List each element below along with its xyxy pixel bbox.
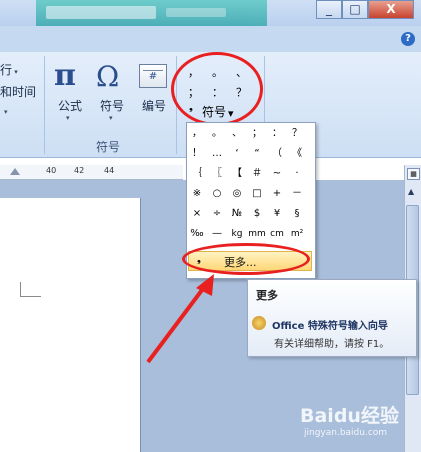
symbol-cell[interactable]: □ xyxy=(248,186,266,202)
symbol-cell[interactable]: 〖 xyxy=(208,166,226,182)
symbol-button[interactable]: 符号 xyxy=(90,97,134,114)
symbol-cell[interactable]: ‘ xyxy=(228,146,246,162)
symbol-cell[interactable]: ？ xyxy=(288,126,306,142)
chevron-down-icon: ▾ xyxy=(66,114,70,122)
symbol-cell[interactable]: （ xyxy=(268,146,286,162)
ruler-toggle-icon[interactable]: ▦ xyxy=(407,168,420,180)
pointer-arrow-icon xyxy=(146,274,214,364)
scroll-up-icon[interactable]: ▲ xyxy=(408,187,414,196)
symbol-cell[interactable]: ¥ xyxy=(268,206,286,222)
ruler-tick: 42 xyxy=(74,166,85,175)
ribbon-partial-label-1[interactable]: 行 ▾ xyxy=(0,61,18,78)
tooltip-heading: Office 特殊符号输入向导 xyxy=(272,321,388,332)
equation-button[interactable]: 公式 xyxy=(48,97,92,114)
symbol-cell[interactable]: + xyxy=(268,186,286,202)
ruler-tick: 44 xyxy=(104,166,115,175)
chevron-down-icon: ▾ xyxy=(4,108,8,116)
symbol-cell[interactable]: … xyxy=(208,146,226,162)
omega-icon[interactable]: Ω xyxy=(96,60,119,93)
symbol-cell[interactable]: ， xyxy=(188,126,206,142)
symbol-cell[interactable]: cm xyxy=(268,226,286,242)
symbol-cell[interactable]: ‰ xyxy=(188,226,206,242)
number-icon[interactable]: # xyxy=(139,64,167,88)
highlight-circle xyxy=(171,52,263,126)
symbol-cell[interactable]: ！ xyxy=(188,146,206,162)
symbol-cell[interactable]: ÷ xyxy=(208,206,226,222)
tooltip-body: 有关详细帮助，请按 F1。 xyxy=(274,339,390,350)
symbol-cell[interactable]: m² xyxy=(288,226,306,242)
symbol-cell[interactable]: ； xyxy=(248,126,266,142)
group-label: 符号 xyxy=(96,140,121,154)
symbol-cell[interactable]: kg xyxy=(228,226,246,242)
symbol-cell[interactable]: － xyxy=(288,186,306,202)
symbol-cell[interactable]: ◎ xyxy=(228,186,246,202)
symbol-cell[interactable]: ＃ xyxy=(248,166,266,182)
symbol-cell[interactable]: $ xyxy=(248,206,266,222)
indent-marker-icon[interactable] xyxy=(10,168,20,175)
chevron-down-icon: ▾ xyxy=(109,114,113,122)
watermark-brand: Baidu经验 xyxy=(300,405,399,427)
pi-icon[interactable]: π xyxy=(54,58,76,93)
restore-button[interactable]: □ xyxy=(342,0,368,19)
symbol-cell[interactable]: mm xyxy=(248,226,266,242)
symbol-cell[interactable]: § xyxy=(288,206,306,222)
ruler-tick: 40 xyxy=(46,166,57,175)
symbol-cell[interactable]: — xyxy=(208,226,226,242)
symbol-cell[interactable]: ~ xyxy=(268,166,286,182)
tooltip-title: 更多 xyxy=(256,289,278,302)
ribbon-partial-label-2[interactable]: 和时间 xyxy=(0,83,36,100)
watermark-url: jingyan.baidu.com xyxy=(304,428,388,438)
group-separator xyxy=(44,56,45,154)
help-icon[interactable]: ? xyxy=(401,32,415,46)
minimize-button[interactable]: _ xyxy=(316,0,342,19)
symbol-cell[interactable]: ： xyxy=(268,126,286,142)
symbol-cell[interactable]: 。 xyxy=(208,126,226,142)
document-page[interactable] xyxy=(0,198,141,452)
taskbar-app-tab[interactable] xyxy=(36,0,267,26)
blurred-subtitle xyxy=(166,8,226,17)
tooltip: 更多 Office 特殊符号输入向导 有关详细帮助，请按 F1。 xyxy=(247,279,417,357)
symbol-cell[interactable]: “ xyxy=(248,146,266,162)
office-help-icon xyxy=(252,316,266,330)
page-corner-mark xyxy=(20,282,41,297)
symbol-cell[interactable]: ｛ xyxy=(188,166,206,182)
blurred-title xyxy=(46,6,156,19)
symbol-cell[interactable]: × xyxy=(188,206,206,222)
symbol-cell[interactable]: ○ xyxy=(208,186,226,202)
symbol-cell[interactable]: · xyxy=(288,166,306,182)
ruler: 40 42 44 xyxy=(0,165,183,180)
close-button[interactable]: X xyxy=(368,0,414,19)
symbol-cell[interactable]: ※ xyxy=(188,186,206,202)
ribbon-tab-strip xyxy=(0,26,421,52)
symbol-cell[interactable]: 、 xyxy=(228,126,246,142)
symbol-cell[interactable]: № xyxy=(228,206,246,222)
symbol-cell[interactable]: 《 xyxy=(288,146,306,162)
watermark: Baidu经验 jingyan.baidu.com xyxy=(300,395,415,450)
number-button[interactable]: 编号 xyxy=(132,97,176,114)
symbol-cell[interactable]: 【 xyxy=(228,166,246,182)
